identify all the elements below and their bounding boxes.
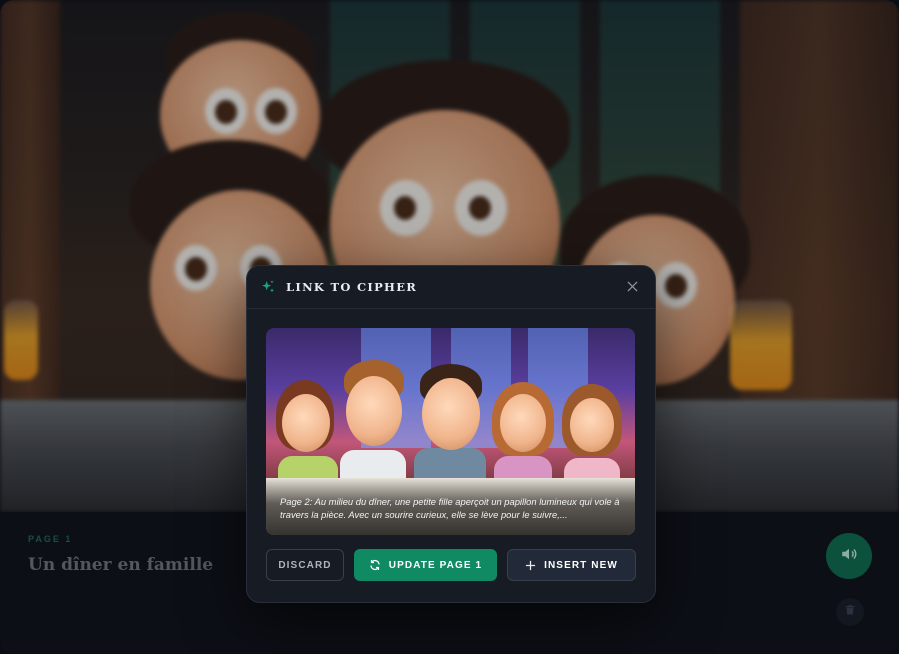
discard-button[interactable]: DISCARD	[266, 549, 344, 581]
link-to-cipher-dialog: LINK TO CIPHER Page 2: Au milieu du dîne…	[246, 265, 656, 603]
update-page-button-label: UPDATE PAGE 1	[388, 559, 483, 571]
plus-icon	[525, 560, 536, 571]
dialog-header: LINK TO CIPHER	[247, 266, 655, 309]
refresh-icon	[369, 559, 381, 571]
page-preview-image: Page 2: Au milieu du dîner, une petite f…	[266, 328, 635, 535]
insert-new-button-label: INSERT NEW	[544, 559, 618, 571]
close-button[interactable]	[623, 279, 641, 297]
close-icon	[626, 279, 638, 297]
page-caption: Page 2: Au milieu du dîner, une petite f…	[280, 496, 620, 520]
update-page-button[interactable]: UPDATE PAGE 1	[354, 549, 497, 581]
sparkle-icon	[260, 279, 276, 295]
dialog-title: LINK TO CIPHER	[286, 280, 418, 294]
discard-button-label: DISCARD	[278, 559, 332, 571]
insert-new-button[interactable]: INSERT NEW	[507, 549, 636, 581]
app-frame: PAGE 1 Un dîner en famille LINK TO CIPHE…	[0, 0, 899, 654]
